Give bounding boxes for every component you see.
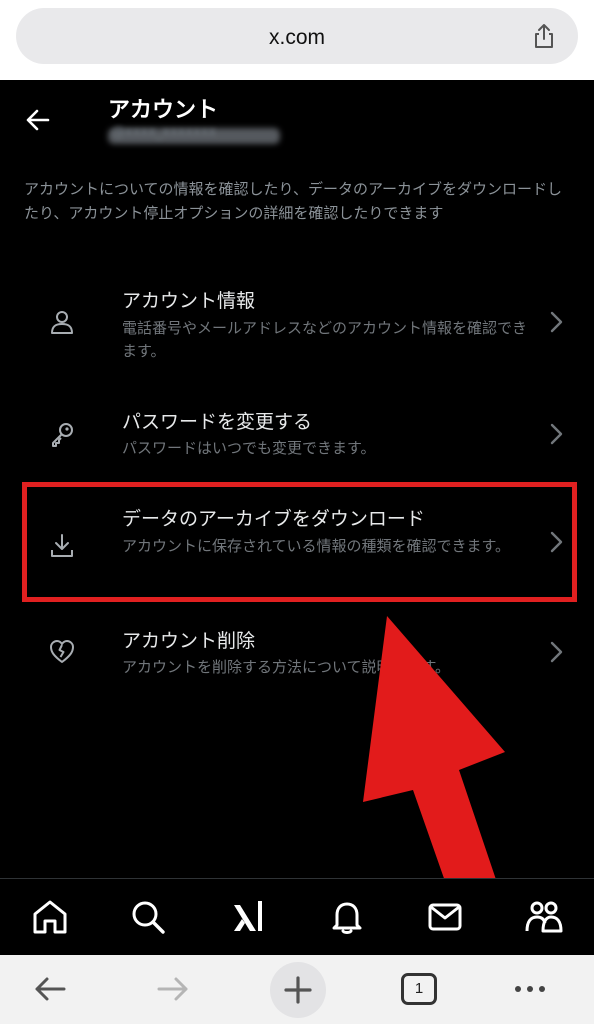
mail-icon[interactable] — [425, 897, 465, 937]
url-text: x.com — [268, 26, 325, 49]
grok-icon[interactable] — [228, 897, 268, 937]
highlight-box — [22, 482, 577, 602]
back-arrow-icon[interactable] — [24, 106, 52, 134]
more-options-icon[interactable] — [510, 969, 550, 1009]
chevron-right-icon — [550, 311, 563, 333]
item-title: アカウント情報 — [122, 290, 256, 312]
new-tab-button[interactable] — [270, 962, 326, 1018]
key-icon — [52, 423, 73, 447]
browser-forward-icon[interactable] — [153, 969, 193, 1009]
chevron-right-icon — [550, 423, 563, 445]
page-title: アカウント — [108, 98, 219, 123]
menu-item-change-password[interactable]: パスワードを変更する パスワードはいつでも変更できます。 — [0, 392, 594, 472]
menu-item-account-info[interactable]: アカウント情報 電話番号やメールアドレスなどのアカウント情報を確認できます。 — [0, 270, 594, 380]
browser-top-bar: x.com — [0, 0, 594, 80]
item-title: アカウント削除 — [122, 630, 256, 652]
item-title: パスワードを変更する — [122, 411, 313, 433]
item-subtitle: 電話番号やメールアドレスなどのアカウント情報を確認できます。 — [122, 319, 528, 360]
home-icon[interactable] — [30, 897, 70, 937]
search-icon[interactable] — [128, 897, 168, 937]
address-bar[interactable]: x.com — [16, 8, 578, 64]
browser-bottom-bar: 1 — [0, 955, 594, 1024]
browser-back-icon[interactable] — [30, 969, 70, 1009]
user-handle: @xxxx_xxxxxxx — [112, 125, 217, 140]
chevron-right-icon — [550, 641, 563, 663]
communities-icon[interactable] — [524, 897, 564, 937]
broken-heart-icon — [50, 640, 74, 663]
account-settings-page: アカウント @xxxx_xxxxxxx アカウントについての情報を確認したり、デ… — [0, 80, 594, 955]
bottom-navigation — [0, 878, 594, 955]
item-subtitle: パスワードはいつでも変更できます。 — [122, 439, 376, 457]
share-icon[interactable] — [530, 22, 558, 50]
tab-count-button[interactable]: 1 — [401, 973, 437, 1005]
bell-icon[interactable] — [327, 897, 367, 937]
page-description: アカウントについての情報を確認したり、データのアーカイブをダウンロードしたり、ア… — [24, 180, 563, 222]
person-icon — [51, 311, 73, 334]
plus-icon — [284, 976, 312, 1004]
